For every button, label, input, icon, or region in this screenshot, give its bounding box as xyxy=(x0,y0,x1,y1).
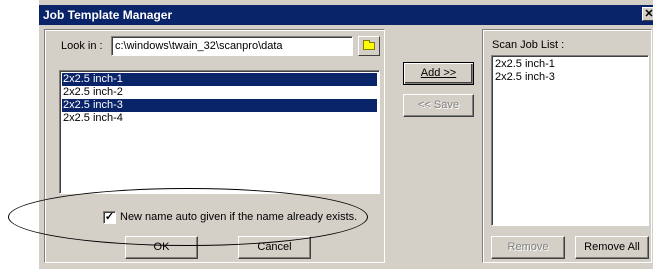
save-button[interactable]: << Save xyxy=(403,94,474,117)
job-template-manager-window: Job Template Manager ✕ Look in : c:\wind… xyxy=(38,0,653,269)
window-title: Job Template Manager xyxy=(43,8,173,22)
folder-icon xyxy=(363,40,375,50)
remove-all-button[interactable]: Remove All xyxy=(575,236,649,259)
browse-folder-button[interactable] xyxy=(358,36,380,56)
template-list-item[interactable]: 2x2.5 inch-2 xyxy=(62,86,377,99)
template-list-item[interactable]: 2x2.5 inch-4 xyxy=(62,112,377,125)
auto-name-label[interactable]: New name auto given if the name already … xyxy=(120,211,357,223)
close-button[interactable]: ✕ xyxy=(642,7,653,21)
look-in-path-value: c:\windows\twain_32\scanpro\data xyxy=(115,40,283,52)
close-icon: ✕ xyxy=(644,8,653,20)
scan-job-list-item[interactable]: 2x2.5 inch-3 xyxy=(494,71,644,84)
check-icon: ✓ xyxy=(104,211,115,223)
auto-name-checkbox[interactable]: ✓ xyxy=(103,211,116,224)
ok-button[interactable]: OK xyxy=(125,236,198,259)
look-in-path-field[interactable]: c:\windows\twain_32\scanpro\data xyxy=(111,36,353,56)
title-bar[interactable]: Job Template Manager ✕ xyxy=(39,5,653,25)
scan-job-list-label: Scan Job List : xyxy=(492,39,565,51)
template-list-item[interactable]: 2x2.5 inch-3 xyxy=(62,99,377,112)
scan-job-panel: Scan Job List : 2x2.5 inch-1 2x2.5 inch-… xyxy=(482,29,652,263)
cancel-button[interactable]: Cancel xyxy=(238,236,311,259)
template-list-item[interactable]: 2x2.5 inch-1 xyxy=(62,73,377,86)
template-panel: Look in : c:\windows\twain_32\scanpro\da… xyxy=(44,29,385,263)
remove-button[interactable]: Remove xyxy=(491,236,565,259)
add-button-label: Add >> xyxy=(420,67,457,79)
scan-job-list[interactable]: 2x2.5 inch-1 2x2.5 inch-3 xyxy=(491,55,649,226)
scan-job-list-item[interactable]: 2x2.5 inch-1 xyxy=(494,58,644,71)
add-button[interactable]: Add >> xyxy=(403,62,474,85)
look-in-label: Look in : xyxy=(61,40,103,52)
template-list[interactable]: 2x2.5 inch-1 2x2.5 inch-2 2x2.5 inch-3 2… xyxy=(59,70,380,194)
